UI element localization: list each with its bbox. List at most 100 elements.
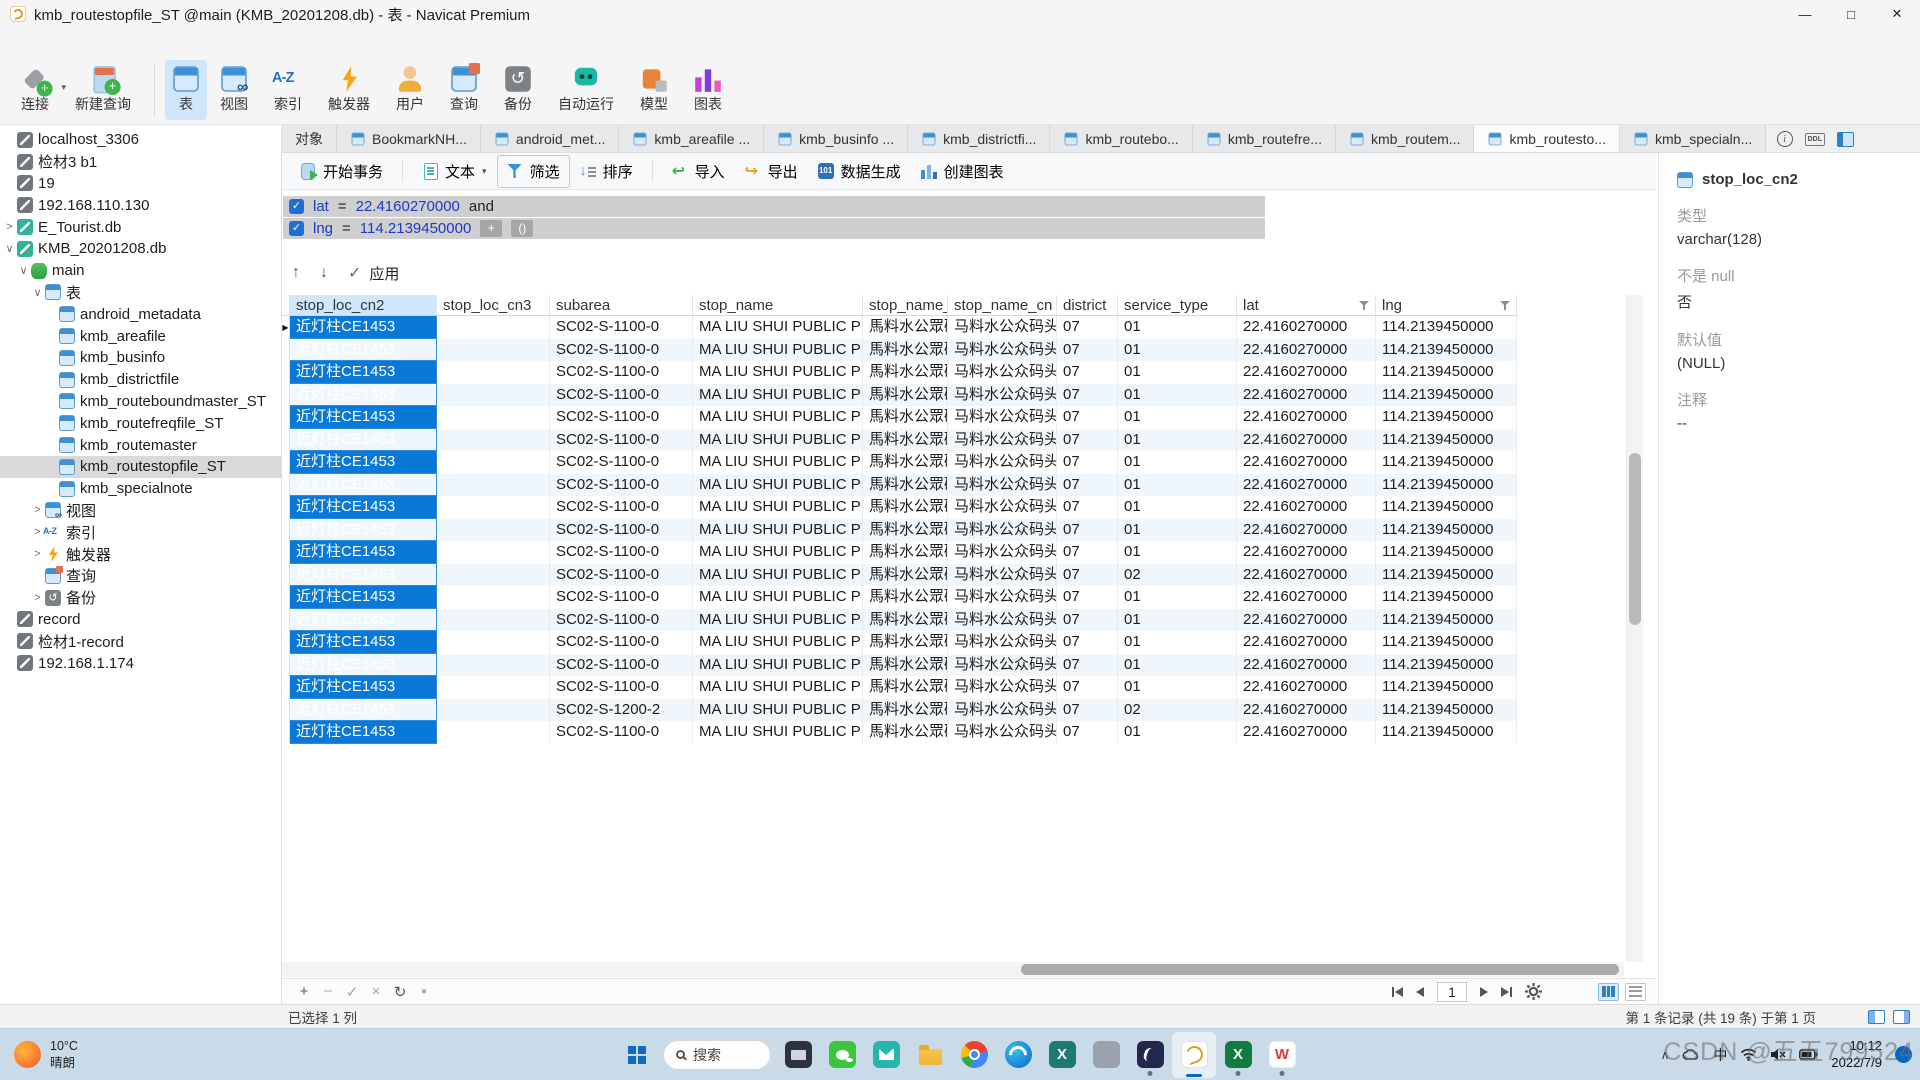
grid-cell[interactable]: 近灯柱CE1453 [290,339,437,362]
tree-item[interactable]: 19 [0,173,281,195]
row-marker[interactable] [282,406,290,429]
grid-cell[interactable]: SC02-S-1100-0 [550,721,693,744]
toolbar-button[interactable]: 视图 ▾ [207,60,261,120]
tree-item[interactable]: > 触发器 [0,543,281,565]
grid-cell[interactable]: 马料水公众码头 [948,339,1057,362]
grid-cell[interactable]: SC02-S-1100-0 [550,564,693,587]
menu-item[interactable] [190,28,228,55]
object-tab[interactable]: android_met... [481,125,620,152]
grid-cell[interactable]: 01 [1118,519,1237,542]
page-number-input[interactable]: 1 [1437,982,1467,1002]
taskbar-search[interactable]: 搜索 [663,1040,771,1070]
grid-cell[interactable]: 114.2139450000 [1376,339,1517,362]
grid-cell[interactable]: 07 [1057,451,1118,474]
grid-cell[interactable]: SC02-S-1100-0 [550,496,693,519]
row-marker[interactable]: ▶ [282,316,290,339]
toolbar-button[interactable]: 连接 ▾ [8,60,62,120]
grid-cell[interactable]: 01 [1118,676,1237,699]
taskbar-app-button[interactable] [864,1032,908,1078]
table-toolbar-button[interactable]: 排序 ▾ [570,155,643,188]
grid-cell[interactable]: SC02-S-1100-0 [550,361,693,384]
stop-button[interactable]: ▪ [412,983,436,1000]
column-header[interactable]: district [1057,295,1118,315]
grid-cell[interactable]: 近灯柱CE1453 [290,429,437,452]
grid-cell[interactable]: SC02-S-1100-0 [550,609,693,632]
column-header[interactable]: subarea [550,295,693,315]
grid-cell[interactable]: SC02-S-1100-0 [550,586,693,609]
grid-cell[interactable]: 馬料水公眾碼 [863,316,948,339]
grid-cell[interactable]: 马料水公众码头 [948,676,1057,699]
tree-item[interactable]: kmb_routefreqfile_ST [0,412,281,434]
grid-cell[interactable]: 01 [1118,654,1237,677]
grid-cell[interactable]: 近灯柱CE1453 [290,361,437,384]
grid-cell[interactable] [437,496,550,519]
object-tab[interactable]: kmb_specialn... [1620,125,1766,152]
grid-cell[interactable]: SC02-S-1100-0 [550,474,693,497]
grid-cell[interactable] [437,541,550,564]
grid-cell[interactable]: 马料水公众码头 [948,384,1057,407]
grid-cell[interactable] [437,316,550,339]
table-toolbar-button[interactable]: 文本 ▾ [412,155,497,188]
grid-cell[interactable]: 近灯柱CE1453 [290,541,437,564]
grid-cell[interactable]: 07 [1057,339,1118,362]
row-marker[interactable] [282,654,290,677]
grid-cell[interactable]: 近灯柱CE1453 [290,406,437,429]
grid-cell[interactable] [437,721,550,744]
ddl-icon[interactable]: DDL [1805,133,1825,146]
row-marker[interactable] [282,519,290,542]
table-toolbar-button[interactable]: 筛选 ▾ [497,155,570,188]
tree-expand-icon[interactable]: > [30,504,45,516]
grid-cell[interactable]: 馬料水公眾碼 [863,474,948,497]
grid-cell[interactable]: 114.2139450000 [1376,654,1517,677]
grid-cell[interactable]: 22.4160270000 [1237,316,1376,339]
grid-cell[interactable] [437,474,550,497]
grid-cell[interactable]: 01 [1118,406,1237,429]
tree-item[interactable]: 检材3 b1 [0,151,281,173]
grid-cell[interactable]: 馬料水公眾碼 [863,541,948,564]
taskbar-app-button[interactable] [1084,1032,1128,1078]
grid-cell[interactable] [437,586,550,609]
row-marker[interactable] [282,384,290,407]
grid-cell[interactable]: 01 [1118,609,1237,632]
grid-cell[interactable]: 114.2139450000 [1376,676,1517,699]
tree-item[interactable]: kmb_specialnote [0,478,281,500]
grid-view-toggle[interactable] [1598,983,1619,1001]
grid-cell[interactable]: 馬料水公眾碼 [863,451,948,474]
grid-cell[interactable]: 馬料水公眾碼 [863,609,948,632]
grid-cell[interactable]: SC02-S-1100-0 [550,339,693,362]
grid-cell[interactable]: 07 [1057,429,1118,452]
grid-cell[interactable]: 近灯柱CE1453 [290,496,437,519]
grid-cell[interactable]: MA LIU SHUI PUBLIC PIER [693,541,863,564]
filter-checkbox[interactable]: ✓ [289,221,304,236]
taskbar-app-button[interactable]: X [1040,1032,1084,1078]
object-tab[interactable]: kmb_routem... [1336,125,1474,152]
filter-operator[interactable]: = [338,198,347,215]
add-condition-group-button[interactable]: () [511,220,533,237]
table-toolbar-button[interactable]: 数据生成 ▾ [808,155,911,188]
toolbar-button[interactable]: 自动运行 ▾ [545,60,627,120]
grid-cell[interactable]: 07 [1057,519,1118,542]
grid-cell[interactable]: 马料水公众码头 [948,474,1057,497]
grid-cell[interactable]: MA LIU SHUI PUBLIC PIER [693,586,863,609]
grid-cell[interactable]: 07 [1057,361,1118,384]
grid-cell[interactable]: 114.2139450000 [1376,474,1517,497]
move-down-icon[interactable]: ↓ [320,264,328,282]
grid-cell[interactable] [437,361,550,384]
grid-cell[interactable]: 22.4160270000 [1237,564,1376,587]
vertical-scrollbar[interactable] [1626,295,1643,962]
grid-cell[interactable]: 馬料水公眾碼 [863,384,948,407]
grid-cell[interactable]: 01 [1118,361,1237,384]
toolbar-button[interactable]: 备份 ▾ [491,60,545,120]
vertical-scrollbar-thumb[interactable] [1629,453,1641,625]
tree-expand-icon[interactable]: ∨ [16,264,31,277]
grid-cell[interactable]: MA LIU SHUI PUBLIC PIER [693,384,863,407]
grid-cell[interactable]: 01 [1118,586,1237,609]
tree-item[interactable]: kmb_districtfile [0,369,281,391]
filter-funnel-icon[interactable] [1359,301,1369,310]
grid-cell[interactable]: 07 [1057,564,1118,587]
row-marker[interactable] [282,676,290,699]
grid-cell[interactable]: 马料水公众码头 [948,406,1057,429]
object-tab[interactable]: 对象 [282,125,337,152]
taskbar-app-button[interactable]: X [1216,1032,1260,1078]
grid-cell[interactable]: 近灯柱CE1453 [290,721,437,744]
